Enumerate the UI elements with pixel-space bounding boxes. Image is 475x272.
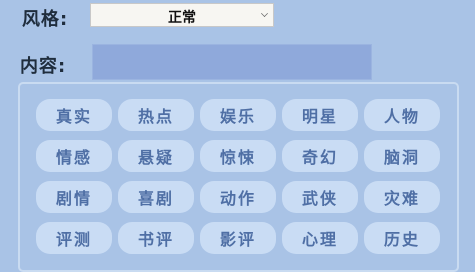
- tag-button[interactable]: 喜剧: [118, 181, 194, 213]
- content-input[interactable]: [92, 44, 372, 80]
- tag-button[interactable]: 娱乐: [200, 99, 276, 131]
- tag-button[interactable]: 历史: [364, 222, 440, 254]
- tag-button[interactable]: 热点: [118, 99, 194, 131]
- tag-button[interactable]: 剧情: [36, 181, 112, 213]
- tag-button[interactable]: 书评: [118, 222, 194, 254]
- content-label: 内容:: [20, 56, 67, 77]
- tag-button[interactable]: 脑洞: [364, 140, 440, 172]
- tag-button[interactable]: 动作: [200, 181, 276, 213]
- tag-button[interactable]: 奇幻: [282, 140, 358, 172]
- style-select[interactable]: 正常: [90, 3, 274, 27]
- tag-button[interactable]: 评测: [36, 222, 112, 254]
- tag-button[interactable]: 明星: [282, 99, 358, 131]
- tag-grid: 真实 热点 娱乐 明星 人物 情感 悬疑 惊悚 奇幻 脑洞 剧情 喜剧 动作 武…: [36, 99, 440, 254]
- tag-button[interactable]: 灾难: [364, 181, 440, 213]
- tag-button[interactable]: 真实: [36, 99, 112, 131]
- style-label: 风格:: [22, 9, 69, 30]
- tag-button[interactable]: 惊悚: [200, 140, 276, 172]
- tag-panel: 真实 热点 娱乐 明星 人物 情感 悬疑 惊悚 奇幻 脑洞 剧情 喜剧 动作 武…: [18, 82, 459, 272]
- tag-button[interactable]: 影评: [200, 222, 276, 254]
- tag-button[interactable]: 心理: [282, 222, 358, 254]
- tag-button[interactable]: 人物: [364, 99, 440, 131]
- tag-button[interactable]: 武侠: [282, 181, 358, 213]
- tag-button[interactable]: 情感: [36, 140, 112, 172]
- tag-button[interactable]: 悬疑: [118, 140, 194, 172]
- style-select-value: 正常: [168, 10, 196, 26]
